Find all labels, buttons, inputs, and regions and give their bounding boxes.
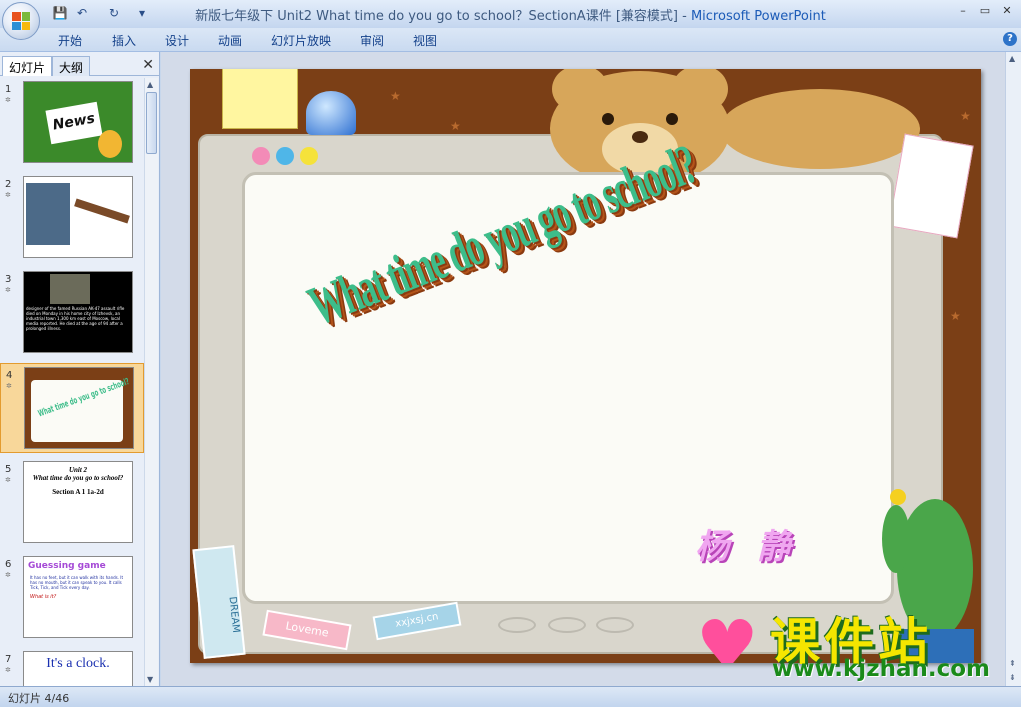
main-scrollbar[interactable]: ▲ ⇞ ⇟ [1005,52,1021,686]
tab-animation[interactable]: 动画 [218,32,242,49]
slide-number: 1 [5,84,12,95]
slide-number: 3 [5,274,12,285]
slide-number: 7 [5,654,12,665]
heart-decoration: ♥ [696,605,759,663]
smiley-blue-icon [276,147,294,165]
help-icon[interactable]: ? [1003,32,1017,46]
scroll-up-icon[interactable]: ▲ [147,80,153,89]
tab-view[interactable]: 视图 [413,32,437,49]
thumbnail-text: designer of the famed Russian AK-47 assa… [26,306,125,331]
rifle-image [74,198,130,224]
tab-home[interactable]: 开始 [58,32,82,49]
tv-button [548,617,586,633]
animation-star-icon: ✲ [5,286,11,294]
animation-star-icon: ✲ [5,96,11,104]
app-name: Microsoft PowerPoint [690,9,826,24]
panel-close-icon[interactable]: ✕ [142,57,154,73]
thumbnail-line1: Guessing game [28,561,106,571]
scrollbar-thumb[interactable] [146,92,157,154]
smiley-yellow-icon [300,147,318,165]
slide-number: 4 [6,370,13,381]
tv-button [498,617,536,633]
watermark-url: www.kjzhan.com [772,656,990,682]
slide-thumbnail[interactable]: Guessing game It has no feet, but it can… [23,556,133,638]
thumbnail-row[interactable]: 1 ✲ News [0,78,144,168]
next-slide-icon[interactable]: ⇟ [1009,673,1016,682]
watermark-logo: 课件站 www.kjzhan.com [770,602,1010,686]
thumbnail-row[interactable]: 3 ✲ designer of the famed Russian AK-47 … [0,268,144,358]
thumbnail-line3: Section A 1 1a-2d [52,488,104,496]
thumbnail-line2: It has no feet, but it can walk with its… [30,575,124,590]
slide-thumbnail[interactable]: Unit 2 What time do you go to school? Se… [23,461,133,543]
scroll-down-icon[interactable]: ▼ [147,675,153,684]
tab-outline[interactable]: 大纲 [52,56,91,76]
panel-tabs: 幻灯片 大纲 ✕ [0,54,160,76]
title-bar: 💾 ↶ ↻ ▾ 新版七年级下 Unit2 What time do you go… [0,0,1021,40]
scroll-up-icon[interactable]: ▲ [1009,54,1015,63]
thumbnail-row[interactable]: 7 ✲ It's a clock. [0,648,144,686]
office-logo-icon [12,12,30,30]
animation-star-icon: ✲ [5,191,11,199]
photo [50,274,90,304]
thumbnail-line3: What is it? [30,594,57,600]
slide-counter: 幻灯片 4/46 [8,692,70,705]
author-name[interactable]: 杨 静 [695,519,799,568]
minimize-button[interactable]: – [952,4,974,20]
tab-slideshow[interactable]: 幻灯片放映 [271,32,331,49]
thumbnail-row[interactable]: 6 ✲ Guessing game It has no feet, but it… [0,553,144,643]
tab-insert[interactable]: 插入 [112,32,136,49]
document-title: 新版七年级下 Unit2 What time do you go to scho… [195,9,678,24]
thumbnail-row[interactable]: 5 ✲ Unit 2 What time do you go to school… [0,458,144,548]
office-button[interactable] [2,2,40,40]
thumbnail-line2: What time do you go to school? [32,474,124,482]
title-separator: - [677,9,691,24]
restore-button[interactable]: ▭ [974,4,996,20]
snow-globe-decoration [306,91,356,135]
ribbon-tabs: 开始 插入 设计 动画 幻灯片放映 审阅 视图 ? [0,28,1021,52]
portrait-photo [26,183,70,245]
tab-review[interactable]: 审阅 [360,32,384,49]
animation-star-icon: ✲ [5,666,11,674]
slide-thumbnail[interactable]: What time do you go to school? [24,367,134,449]
slide-thumbnail[interactable]: designer of the famed Russian AK-47 assa… [23,271,133,353]
pooh-figure [98,130,122,158]
star-decoration: ★ [960,109,971,123]
slide-thumbnail[interactable]: News [23,81,133,163]
tv-button [596,617,634,633]
slide-number: 2 [5,179,12,190]
smiley-pink-icon [252,147,270,165]
slide-number: 6 [5,559,12,570]
slide-number: 5 [5,464,12,475]
prev-slide-icon[interactable]: ⇞ [1009,659,1016,668]
thumbnail-list: 1 ✲ News 2 ✲ 3 ✲ designer of the famed R… [0,78,144,686]
thumbnail-row-selected[interactable]: 4 ✲ What time do you go to school? [0,363,144,453]
tab-slides[interactable]: 幻灯片 [2,56,53,76]
tab-design[interactable]: 设计 [165,32,189,49]
window-title: 新版七年级下 Unit2 What time do you go to scho… [0,5,1021,24]
thumbnail-text: It's a clock. [46,656,110,671]
slide-thumbnail[interactable]: It's a clock. [23,651,133,686]
slide-canvas[interactable]: ★ ★ ★ ★ ★ ★ What time do you go to schoo… [190,69,981,663]
pink-card-decoration [888,133,974,239]
status-bar: 幻灯片 4/46 [0,686,1021,707]
thumbnail-row[interactable]: 2 ✲ [0,173,144,263]
slide-thumbnail[interactable] [23,176,133,258]
star-decoration: ★ [390,89,401,103]
thumbnail-scrollbar[interactable]: ▲ ▼ [144,78,158,686]
close-button[interactable]: ✕ [996,4,1018,20]
thumbnail-line1: Unit 2 [68,466,88,474]
animation-star-icon: ✲ [6,382,12,390]
star-decoration: ★ [950,309,961,323]
news-label: News [45,101,103,145]
slides-panel: 幻灯片 大纲 ✕ 1 ✲ News 2 ✲ 3 ✲ designer of th… [0,52,160,686]
animation-star-icon: ✲ [5,571,11,579]
animation-star-icon: ✲ [5,476,11,484]
notepad-decoration [222,69,298,129]
star-decoration: ★ [450,119,461,133]
